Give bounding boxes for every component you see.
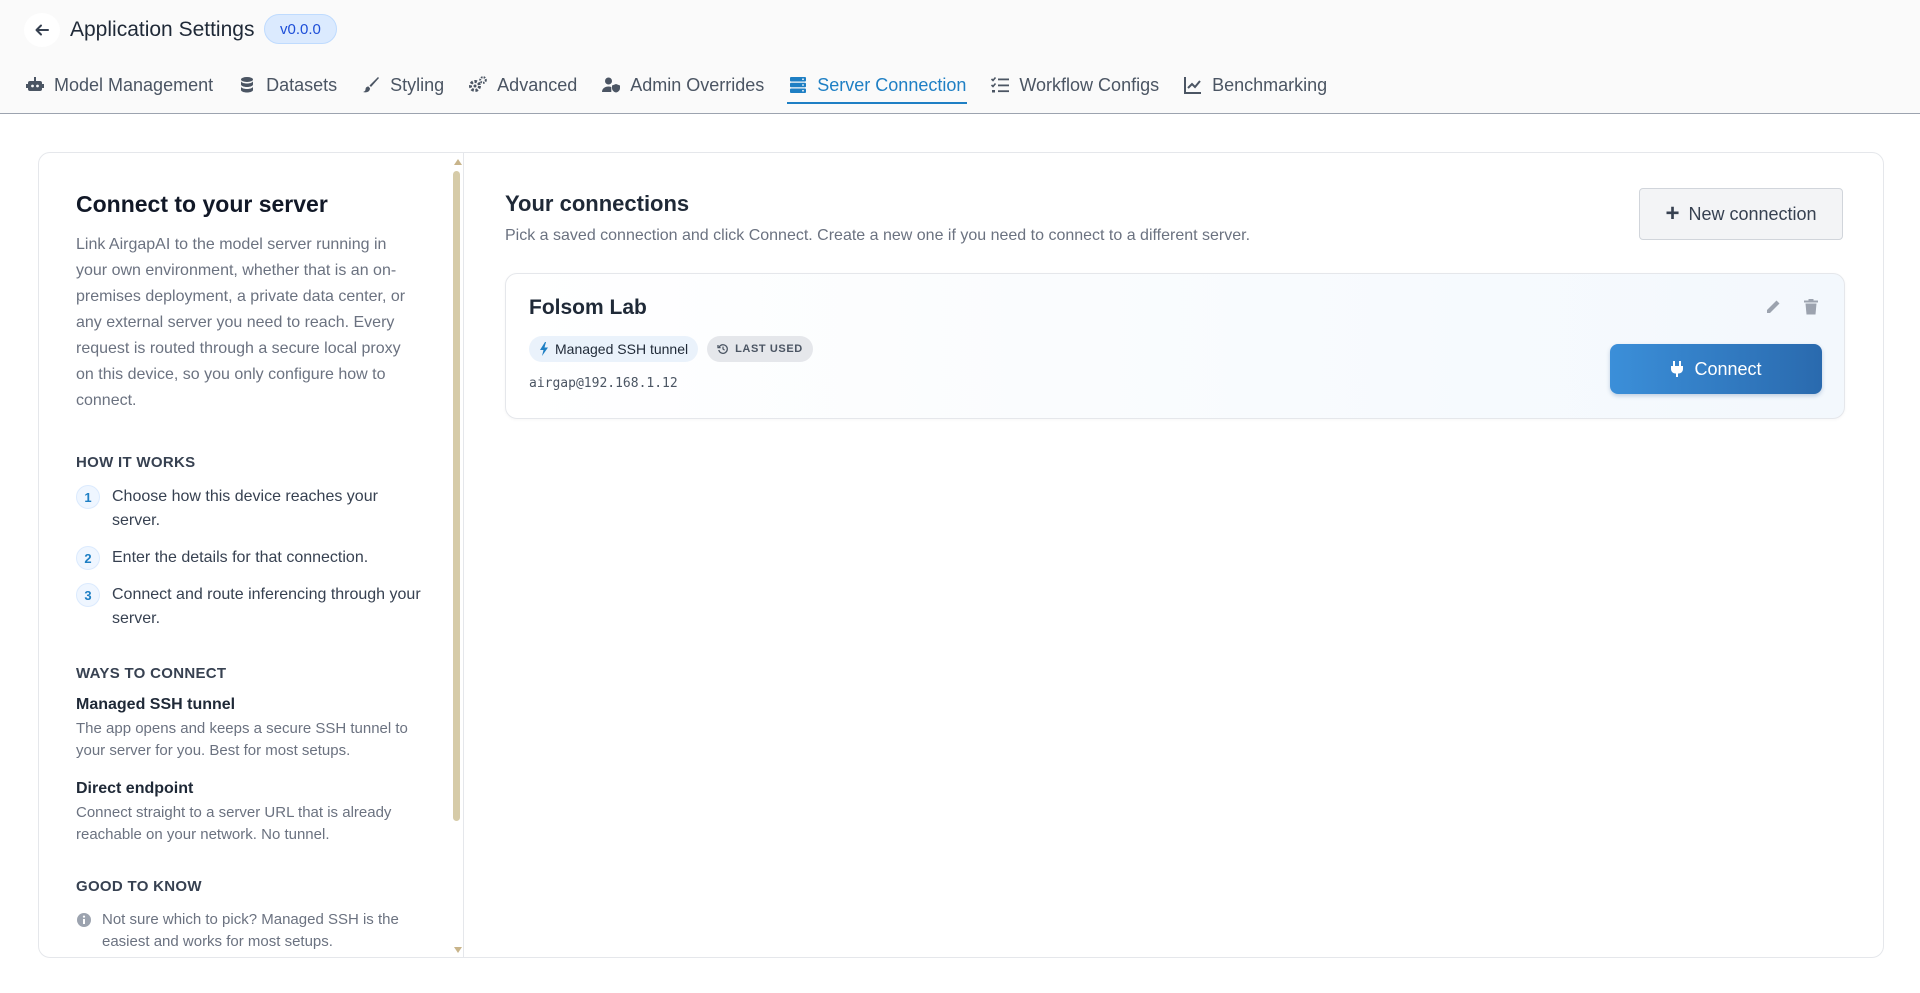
tab-label: Benchmarking [1212,74,1328,95]
user-shield-icon [601,75,621,95]
settings-tabs: Model Management Datasets Styling Advanc… [24,66,1328,104]
gears-icon [468,75,488,95]
connection-type-chip: Managed SSH tunnel [529,336,699,362]
step-text: Choose how this device reaches your serv… [112,488,378,529]
good-to-know-heading: GOOD TO KNOW [76,878,202,895]
arrow-left-icon [35,24,49,36]
version-badge: v0.0.0 [264,14,337,44]
step-number: 2 [76,546,100,570]
brush-icon [361,75,381,95]
connections-subtitle: Pick a saved connection and click Connec… [505,227,1251,244]
connect-button[interactable]: Connect [1610,344,1822,394]
tab-workflow-configs[interactable]: Workflow Configs [989,66,1160,104]
guide-intro: Link AirgapAI to the model server runnin… [76,236,406,409]
connection-name: Folsom Lab [529,296,647,319]
connection-host: airgap@192.168.1.12 [529,376,678,391]
connection-guide[interactable]: Connect to your server Link AirgapAI to … [39,153,464,957]
step-text: Connect and route inferencing through yo… [112,586,421,627]
scroll-thumb[interactable] [453,171,460,821]
back-button[interactable] [24,13,60,47]
chart-line-icon [1183,75,1203,95]
connections-panel: Your connections Pick a saved connection… [465,153,1883,957]
tab-label: Model Management [54,74,214,95]
new-connection-button[interactable]: + New connection [1639,188,1843,240]
tab-server-connection[interactable]: Server Connection [787,66,968,104]
step-item: 2 Enter the details for that connection. [76,546,421,570]
tab-label: Server Connection [817,74,967,95]
pencil-icon [1767,300,1780,313]
tab-label: Workflow Configs [1019,74,1160,95]
robot-icon [25,75,45,95]
plug-icon [1671,361,1684,377]
info-icon [76,912,92,953]
tab-benchmarking[interactable]: Benchmarking [1182,66,1328,104]
way-title: Direct endpoint [76,780,194,797]
way-description: The app opens and keeps a secure SSH tun… [76,720,408,759]
tab-admin-overrides[interactable]: Admin Overrides [600,66,765,104]
server-connection-panel: Connect to your server Link AirgapAI to … [38,152,1884,958]
tab-styling[interactable]: Styling [360,66,445,104]
connection-chips: Managed SSH tunnel LAST USED [529,336,813,362]
delete-connection-button[interactable] [1800,296,1822,318]
page-title: Application Settings [70,18,255,41]
tab-label: Styling [390,74,445,95]
way-description: Connect straight to a server URL that is… [76,804,392,843]
tip-text: Not sure which to pick? Managed SSH is t… [102,911,399,950]
way-title: Managed SSH tunnel [76,696,236,713]
connect-label: Connect [1694,358,1762,379]
app-header: Application Settings v0.0.0 Model Manage… [0,0,1920,114]
chip-label: Managed SSH tunnel [555,341,689,357]
new-connection-label: New connection [1688,203,1817,224]
tip: Not sure which to pick? Managed SSH is t… [76,909,421,953]
tab-label: Advanced [497,74,578,95]
step-text: Enter the details for that connection. [112,549,369,566]
tab-label: Admin Overrides [630,74,765,95]
guide-title: Connect to your server [76,191,328,217]
connections-title: Your connections [505,191,690,216]
bolt-icon [540,342,548,356]
edit-connection-button[interactable] [1762,296,1784,318]
scroll-up-arrow[interactable] [454,159,462,165]
guide-scrollbar[interactable] [452,157,462,955]
connection-card[interactable]: Folsom Lab Managed SSH tunnel LAST USED … [505,273,1845,419]
step-item: 3 Connect and route inferencing through … [76,583,421,631]
tab-datasets[interactable]: Datasets [236,66,338,104]
step-number: 3 [76,583,100,607]
chip-label: LAST USED [735,343,803,355]
trash-icon [1804,299,1818,315]
scroll-down-arrow[interactable] [454,947,462,953]
ways-to-connect-heading: WAYS TO CONNECT [76,665,227,682]
tab-advanced[interactable]: Advanced [467,66,578,104]
tab-label: Datasets [266,74,338,95]
plus-icon: + [1665,200,1680,227]
tab-model-management[interactable]: Model Management [24,66,214,104]
step-item: 1 Choose how this device reaches your se… [76,485,421,533]
list-check-icon [990,75,1010,95]
server-icon [788,75,808,95]
last-used-chip: LAST USED [707,336,813,362]
step-number: 1 [76,485,100,509]
history-icon [717,344,728,354]
how-it-works-heading: HOW IT WORKS [76,454,196,471]
database-icon [237,75,257,95]
